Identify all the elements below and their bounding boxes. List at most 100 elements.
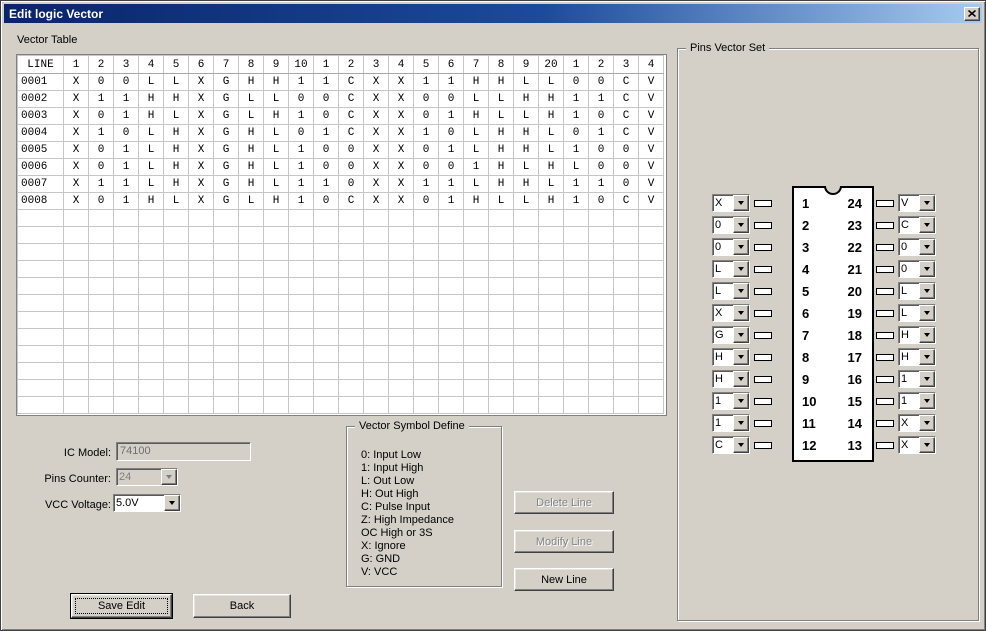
vector-cell[interactable]: 1 xyxy=(114,108,139,125)
vector-cell[interactable]: G xyxy=(214,74,239,91)
vector-cell[interactable]: H xyxy=(139,108,164,125)
vector-cell[interactable]: 0 xyxy=(414,91,439,108)
vector-cell[interactable]: V xyxy=(639,176,664,193)
vcc-voltage-combo[interactable]: 5.0V xyxy=(113,494,181,512)
dropdown-button[interactable] xyxy=(733,239,749,255)
vector-cell[interactable]: 1 xyxy=(89,91,114,108)
vector-cell[interactable]: H xyxy=(514,91,539,108)
vector-cell[interactable]: X xyxy=(64,125,89,142)
vector-cell[interactable]: H xyxy=(489,125,514,142)
vector-cell[interactable]: L xyxy=(514,74,539,91)
vector-cell[interactable]: H xyxy=(489,176,514,193)
pin-24-combo[interactable]: V xyxy=(898,194,936,212)
vector-cell[interactable]: H xyxy=(489,142,514,159)
dropdown-button[interactable] xyxy=(733,217,749,233)
vector-cell[interactable]: H xyxy=(464,108,489,125)
vector-cell[interactable]: 0 xyxy=(114,125,139,142)
vector-cell[interactable]: 1 xyxy=(114,91,139,108)
line-number-cell[interactable]: 0003 xyxy=(18,108,64,125)
vector-cell[interactable]: 0 xyxy=(289,91,314,108)
pin-2-combo[interactable]: 0 xyxy=(712,216,750,234)
vector-cell[interactable]: 1 xyxy=(289,142,314,159)
vector-cell[interactable]: L xyxy=(464,142,489,159)
vector-cell[interactable]: G xyxy=(214,159,239,176)
pin-22-combo[interactable]: 0 xyxy=(898,238,936,256)
vector-cell[interactable]: X xyxy=(364,159,389,176)
pin-4-combo[interactable]: L xyxy=(712,260,750,278)
vector-cell[interactable]: L xyxy=(139,159,164,176)
vector-cell[interactable]: X xyxy=(64,108,89,125)
vector-cell[interactable]: 0 xyxy=(289,125,314,142)
vector-cell[interactable]: 0 xyxy=(314,193,339,210)
vector-cell[interactable]: H xyxy=(264,193,289,210)
pin-3-combo[interactable]: 0 xyxy=(712,238,750,256)
vector-cell[interactable]: L xyxy=(514,159,539,176)
vector-cell[interactable]: C xyxy=(614,91,639,108)
vector-cell[interactable]: L xyxy=(539,142,564,159)
vector-cell[interactable]: 1 xyxy=(564,176,589,193)
vector-cell[interactable]: H xyxy=(489,159,514,176)
dropdown-button[interactable] xyxy=(919,327,935,343)
dropdown-button[interactable] xyxy=(919,393,935,409)
vector-cell[interactable]: H xyxy=(164,142,189,159)
vector-cell[interactable]: 0 xyxy=(314,108,339,125)
vector-cell[interactable]: L xyxy=(464,125,489,142)
vector-cell[interactable]: 1 xyxy=(589,125,614,142)
line-number-cell[interactable]: 0005 xyxy=(18,142,64,159)
vector-cell[interactable]: H xyxy=(539,108,564,125)
vector-cell[interactable]: X xyxy=(364,91,389,108)
vector-cell[interactable]: H xyxy=(539,91,564,108)
vector-cell[interactable]: V xyxy=(639,74,664,91)
dropdown-button[interactable] xyxy=(919,437,935,453)
vector-cell[interactable]: 1 xyxy=(289,176,314,193)
dropdown-button[interactable] xyxy=(919,349,935,365)
vector-cell[interactable]: 1 xyxy=(289,108,314,125)
vector-cell[interactable]: X xyxy=(389,142,414,159)
vector-cell[interactable]: V xyxy=(639,193,664,210)
vector-table-row[interactable]: 0003X01HLXGLH10CXX01HLLH10CV xyxy=(18,108,664,125)
vector-cell[interactable]: H xyxy=(514,176,539,193)
dropdown-button[interactable] xyxy=(919,261,935,277)
pin-18-combo[interactable]: H xyxy=(898,326,936,344)
pin-20-combo[interactable]: L xyxy=(898,282,936,300)
pin-23-combo[interactable]: C xyxy=(898,216,936,234)
vector-cell[interactable]: H xyxy=(164,176,189,193)
vector-cell[interactable]: L xyxy=(164,108,189,125)
vector-cell[interactable]: H xyxy=(464,74,489,91)
vector-table-row[interactable]: 0002X11HHXGLL00CXX00LLHH11CV xyxy=(18,91,664,108)
vector-cell[interactable]: C xyxy=(339,108,364,125)
vector-cell[interactable]: L xyxy=(164,193,189,210)
line-number-cell[interactable]: 0001 xyxy=(18,74,64,91)
vector-cell[interactable]: 0 xyxy=(314,142,339,159)
back-button[interactable]: Back xyxy=(193,594,291,618)
vector-cell[interactable]: 1 xyxy=(89,176,114,193)
vector-cell[interactable]: X xyxy=(189,91,214,108)
vector-cell[interactable]: X xyxy=(189,193,214,210)
vector-table[interactable]: LINE123456789101234567892012340001X00LLX… xyxy=(16,54,667,416)
vector-cell[interactable]: H xyxy=(539,193,564,210)
vector-cell[interactable]: X xyxy=(189,74,214,91)
vector-cell[interactable]: L xyxy=(264,91,289,108)
vector-cell[interactable]: 1 xyxy=(314,74,339,91)
new-line-button[interactable]: New Line xyxy=(514,568,614,591)
vector-table-row[interactable]: 0004X10LHXGHL01CXX10LHHL01CV xyxy=(18,125,664,142)
vector-cell[interactable]: L xyxy=(139,74,164,91)
vector-cell[interactable]: 0 xyxy=(564,74,589,91)
vector-cell[interactable]: H xyxy=(239,125,264,142)
dropdown-button[interactable] xyxy=(919,371,935,387)
vector-cell[interactable]: L xyxy=(164,74,189,91)
dropdown-button[interactable] xyxy=(733,195,749,211)
vector-table-row[interactable]: 0008X01HLXGLH10CXX01HLLH10CV xyxy=(18,193,664,210)
vector-table-row[interactable]: 0006X01LHXGHL100XX001HLHL00V xyxy=(18,159,664,176)
pin-8-combo[interactable]: H xyxy=(712,348,750,366)
dropdown-button[interactable] xyxy=(919,217,935,233)
vector-cell[interactable]: L xyxy=(539,74,564,91)
vector-cell[interactable]: G xyxy=(214,108,239,125)
vector-cell[interactable]: 0 xyxy=(614,159,639,176)
vector-cell[interactable]: 0 xyxy=(439,159,464,176)
vector-cell[interactable]: C xyxy=(339,74,364,91)
pin-5-combo[interactable]: L xyxy=(712,282,750,300)
vector-cell[interactable]: X xyxy=(389,159,414,176)
vector-cell[interactable]: 1 xyxy=(414,125,439,142)
vector-cell[interactable]: L xyxy=(514,108,539,125)
